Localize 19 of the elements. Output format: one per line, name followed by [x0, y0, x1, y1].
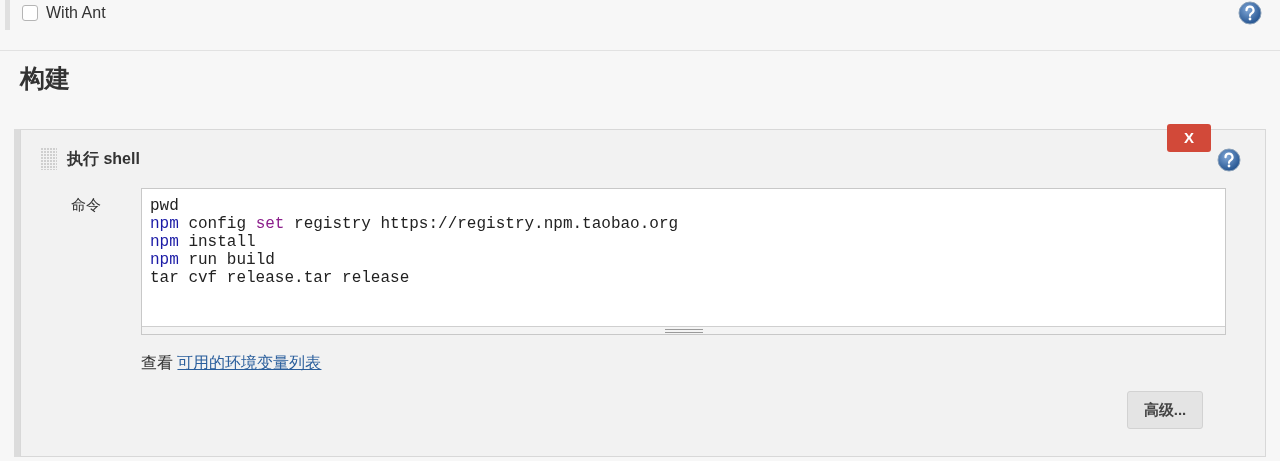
checkbox[interactable]: [22, 5, 38, 21]
option-label: With Ant: [46, 3, 106, 23]
advanced-button[interactable]: 高级...: [1127, 391, 1203, 429]
delete-button[interactable]: X: [1167, 124, 1211, 152]
section-heading: 构建: [20, 63, 71, 93]
drag-handle-icon[interactable]: [41, 148, 57, 170]
help-icon[interactable]: [1238, 1, 1262, 25]
code-line: pwd: [150, 197, 180, 215]
env-variables-link[interactable]: 可用的环境变量列表: [177, 354, 322, 371]
code-line: npm config set registry https://registry.npm.taobao.org: [150, 215, 680, 233]
command-field[interactable]: pwd npm config set registry https://registry.npm.taobao.org npm install npm run build tar cvf release.tar release: [141, 188, 1226, 335]
step-title: 执行 shell: [67, 149, 140, 169]
code-line: npm install: [150, 233, 257, 251]
command-label: 命令: [70, 195, 102, 215]
env-prefix: 查看: [141, 354, 173, 371]
code-line: npm run build: [150, 251, 276, 269]
help-icon[interactable]: [1217, 148, 1241, 172]
code-line: tar cvf release.tar release: [150, 269, 411, 287]
resize-handle-icon[interactable]: [664, 328, 703, 333]
